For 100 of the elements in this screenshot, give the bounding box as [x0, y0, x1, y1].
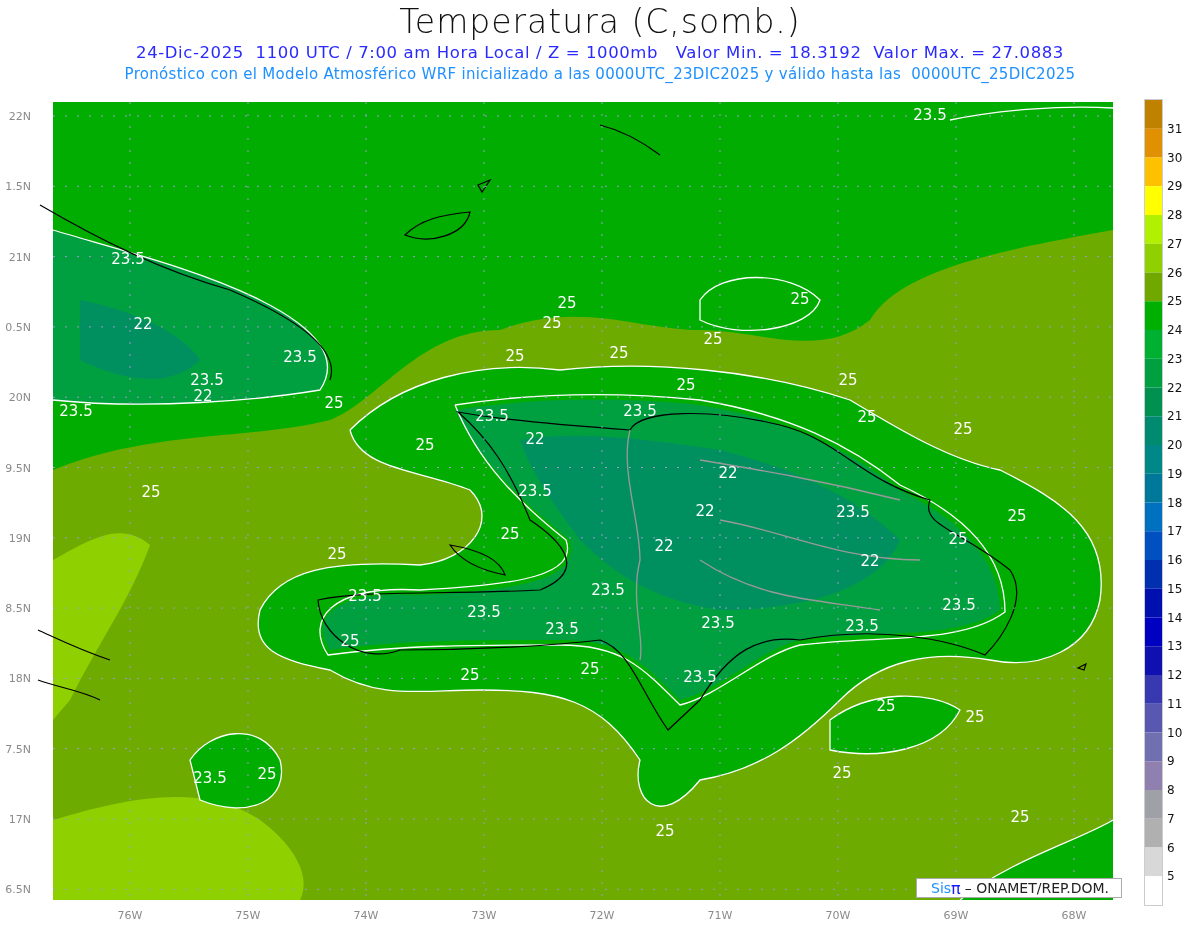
colorbar-label: 26 [1167, 265, 1183, 280]
contour-label: 25 [790, 290, 810, 308]
colorbar-label: 20 [1167, 438, 1183, 452]
colorbar-label: 6 [1167, 840, 1175, 855]
colorbar-label: 5 [1167, 869, 1175, 884]
axis-label: 22N [8, 110, 31, 123]
axis-label: 70W [825, 909, 851, 922]
contour-label: 22 [133, 315, 153, 333]
colorbar-label: 27 [1167, 236, 1183, 251]
axis-label: 71W [707, 909, 733, 922]
contour-label: 25 [257, 765, 277, 783]
credit-text: – ONAMET/REP.DOM. [964, 880, 1110, 896]
contour-label: 22 [193, 387, 213, 405]
contour-label: 25 [948, 530, 968, 548]
contour-label: 25 [857, 408, 877, 426]
contour-label: 25 [460, 666, 480, 684]
contour-label: 23.5 [283, 348, 317, 366]
axis-label: 1.5N [5, 180, 31, 194]
forecast-time-line: 24-Dic-2025 1100 UTC / 7:00 am Hora Local / Z = 1000mb Valor Min. = 18.3192 Valor Max. = 27.0883 [136, 42, 1064, 64]
axis-label: 0.5N [5, 320, 31, 334]
logo-text: Sis [931, 880, 952, 896]
colorbar-label: 18 [1167, 495, 1183, 510]
contour-label: 22 [695, 502, 715, 520]
colorbar-label: 23 [1167, 351, 1183, 366]
contour-label: 25 [580, 660, 600, 678]
contour-label: 25 [965, 708, 985, 726]
contour-label: 23.5 [348, 587, 382, 605]
contour-label: 25 [500, 525, 520, 543]
axis-label: 18N [8, 672, 31, 686]
contour-label: 23.5 [193, 769, 227, 787]
colorbar-label: 22 [1167, 380, 1183, 395]
contour-label: 25 [703, 330, 723, 348]
map-title: Temperatura (C,somb.) [399, 2, 801, 42]
contour-label: 22 [718, 464, 738, 482]
colorbar-label: 17 [1167, 524, 1183, 539]
contour-label: 25 [340, 632, 360, 650]
contour-label: 25 [876, 697, 896, 715]
axis-label: 73W [471, 909, 497, 922]
contour-label: 25 [327, 545, 347, 563]
colorbar-label: 9 [1167, 754, 1175, 769]
axis-label: 75W [235, 909, 261, 922]
contour-label: 23.5 [683, 668, 717, 686]
contour-label: 23.5 [701, 614, 735, 632]
colorbar-label: 24 [1167, 323, 1183, 337]
contour-label: 25 [557, 294, 577, 312]
contour-label: 25 [141, 483, 161, 501]
axis-label: 72W [589, 909, 615, 922]
contour-label: 23.5 [845, 617, 879, 635]
contour-label: 23.5 [836, 503, 870, 521]
axis-label: 21N [8, 250, 31, 264]
contour-label: 23.5 [623, 402, 657, 420]
contour-label: 23.5 [913, 106, 947, 124]
contour-label: 22 [654, 537, 674, 555]
axis-label: 74W [353, 909, 379, 922]
contour-label: 25 [609, 344, 629, 362]
colorbar-label: 11 [1167, 696, 1183, 711]
colorbar-label: 8 [1167, 783, 1175, 797]
contour-label: 23.5 [59, 402, 93, 420]
contour-label: 22 [525, 430, 545, 448]
contour-label: 23.5 [545, 620, 579, 638]
colorbar-label: 25 [1167, 294, 1183, 309]
contour-label: 25 [953, 420, 973, 438]
contour-label: 25 [542, 314, 562, 332]
axis-label: 76W [117, 909, 143, 922]
contour-label: 25 [832, 764, 852, 782]
contour-label: 25 [505, 347, 525, 365]
colorbar-label: 14 [1167, 610, 1183, 625]
colorbar-label: 12 [1167, 668, 1183, 682]
colorbar-label: 30 [1167, 150, 1183, 165]
colorbar-label: 15 [1167, 581, 1183, 596]
axis-label: 69W [943, 909, 969, 922]
axis-label: 68W [1061, 909, 1087, 922]
contour-label: 25 [676, 376, 696, 394]
axis-label: 6.5N [5, 883, 31, 897]
colorbar-label: 31 [1167, 121, 1183, 136]
axis-label: 8.5N [5, 602, 31, 616]
contour-label: 25 [415, 436, 435, 454]
contour-label: 25 [1010, 808, 1030, 826]
axis-label: 20N [8, 391, 31, 405]
contour-label: 23.5 [475, 407, 509, 425]
colorbar-label: 21 [1167, 409, 1183, 424]
model-description: Pronóstico con el Modelo Atmosférico WRF inicializado a las 0000UTC_23DIC2025 y válido hasta las 0000UTC_25DIC2025 [124, 64, 1076, 84]
contour-label: 25 [324, 394, 344, 412]
axis-label: 17N [8, 813, 31, 826]
colorbar-label: 16 [1167, 553, 1183, 567]
contour-label: 23.5 [518, 482, 552, 500]
contour-label: 23.5 [591, 581, 625, 599]
colorbar-label: 29 [1167, 179, 1183, 194]
contour-label: 25 [655, 822, 675, 840]
logo-symbol: π [951, 878, 961, 898]
contour-label: 23.5 [111, 250, 145, 268]
axis-label: 19N [8, 531, 31, 545]
axis-label: 7.5N [5, 742, 31, 756]
contour-label: 23.5 [190, 371, 224, 389]
contour-label: 23.5 [467, 603, 501, 621]
contour-label: 25 [1007, 507, 1027, 525]
colorbar-label: 10 [1167, 725, 1183, 740]
contour-label: 25 [838, 371, 858, 389]
colorbar-label: 28 [1167, 208, 1183, 222]
contour-label: 23.5 [942, 596, 976, 614]
